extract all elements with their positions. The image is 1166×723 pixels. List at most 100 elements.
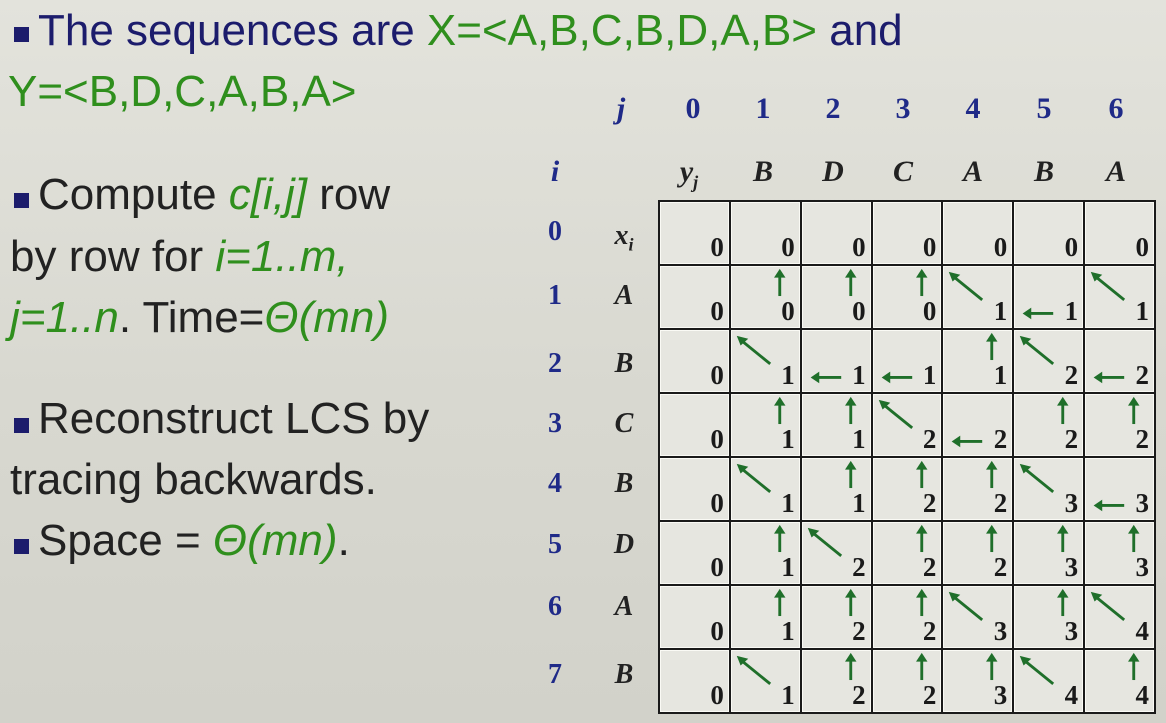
cell-value: 1 xyxy=(852,360,866,390)
time-text: . Time= xyxy=(118,293,265,342)
cell-value: 4 xyxy=(1135,616,1149,646)
y-value: C xyxy=(892,155,913,188)
bullet-icon xyxy=(14,27,29,42)
table-cell-1-2: 0 xyxy=(801,266,871,328)
table-cell-5-0: 0 xyxy=(660,522,729,584)
table-cell-1-1: 0 xyxy=(730,266,800,328)
y-value: B xyxy=(752,155,773,188)
cell-value: 0 xyxy=(710,616,724,646)
table-cell-1-4: 1 xyxy=(943,266,1013,328)
cell-value: 0 xyxy=(710,680,724,710)
table-cell-5-5: 3 xyxy=(1014,522,1084,584)
cell-value: 2 xyxy=(1064,424,1079,454)
y-value: A xyxy=(962,155,983,188)
i-range: i=1..m, xyxy=(215,232,349,281)
cell-value: 1 xyxy=(852,488,866,518)
cell-value: 4 xyxy=(1064,680,1079,710)
cell-value: 0 xyxy=(710,488,724,518)
bullet-1-line-1: The sequences are X=<A,B,C,B,D,A,B> and xyxy=(38,6,903,56)
table-cell-3-3: 2 xyxy=(872,394,942,456)
table-cell-7-6: 4 xyxy=(1085,650,1154,712)
sequence-y: Y=<B,D,C,A,B,A> xyxy=(8,67,357,116)
i-value-3: 3 xyxy=(548,408,562,439)
cell-value: 4 xyxy=(1135,680,1149,710)
bullet-icon xyxy=(14,418,29,433)
x-label: xi xyxy=(604,221,644,260)
j-range: j=1..n xyxy=(10,293,119,342)
cell-value: 0 xyxy=(852,296,866,326)
x-value: B xyxy=(614,468,634,499)
cell-value: 2 xyxy=(1135,360,1149,390)
bullet-4-line: Space = Θ(mn). xyxy=(38,516,350,566)
row-text: row xyxy=(307,170,391,219)
table-cell-3-6: 2 xyxy=(1085,394,1154,456)
cell-value: 2 xyxy=(993,488,1008,518)
cell-value: 1 xyxy=(993,296,1008,326)
by-row-text: by row for xyxy=(10,232,216,281)
bullet-2-line-3: j=1..n. Time=Θ(mn) xyxy=(10,293,389,343)
cell-value: 1 xyxy=(1135,296,1149,326)
table-cell-7-5: 4 xyxy=(1014,650,1084,712)
j-value-0: 0 xyxy=(685,92,701,125)
x-letter: x xyxy=(614,220,629,251)
cell-value: 2 xyxy=(993,552,1008,582)
i-value-6: 6 xyxy=(548,591,562,622)
cell-value: 0 xyxy=(1064,232,1079,262)
table-cell-2-3: 1 xyxy=(872,330,942,392)
table-cell-4-1: 1 xyxy=(730,458,800,520)
y-subscript: j xyxy=(693,172,699,192)
bullet-2-line-2: by row for i=1..m, xyxy=(10,232,349,282)
cell-value: 0 xyxy=(781,232,795,262)
lcs-table: 0 0 0 0 0 0 0 0 0 0 0 1 1 1 0 1 1 1 1 2 2 0 1 1 2 2 2 2 0 1 1 2 2 3 3 0 1 2 2 2… xyxy=(658,200,1156,714)
table-cell-2-0: 0 xyxy=(660,330,729,392)
cell-value: 2 xyxy=(852,616,866,646)
y-value: B xyxy=(1033,155,1054,188)
cell-value: 2 xyxy=(922,680,937,710)
x-value: B xyxy=(614,348,634,379)
table-cell-5-1: 1 xyxy=(730,522,800,584)
table-cell-7-0: 0 xyxy=(660,650,729,712)
cell-value: 2 xyxy=(922,424,937,454)
cell-value: 0 xyxy=(922,296,937,326)
table-cell-6-2: 2 xyxy=(801,586,871,648)
c-ij: c[i,j] xyxy=(228,170,307,219)
cell-value: 3 xyxy=(993,616,1008,646)
table-cell-5-2: 2 xyxy=(801,522,871,584)
table-cell-2-4: 1 xyxy=(943,330,1013,392)
cell-value: 2 xyxy=(1135,424,1149,454)
cell-value: 0 xyxy=(710,360,724,390)
y-value: D xyxy=(822,155,844,188)
cell-value: 1 xyxy=(922,360,937,390)
j-value-3: 3 xyxy=(895,92,911,125)
cell-value: 1 xyxy=(781,360,795,390)
table-cell-0-3: 0 xyxy=(872,202,942,264)
table-cell-7-3: 2 xyxy=(872,650,942,712)
bullet-3-line-1: Reconstruct LCS by xyxy=(38,394,430,443)
x-value: A xyxy=(614,591,634,622)
table-cell-4-0: 0 xyxy=(660,458,729,520)
space-text: Space = xyxy=(38,516,213,565)
cell-value: 2 xyxy=(922,616,937,646)
table-cell-2-1: 1 xyxy=(730,330,800,392)
cell-value: 3 xyxy=(1064,616,1079,646)
table-cell-7-1: 1 xyxy=(730,650,800,712)
table-cell-1-5: 1 xyxy=(1014,266,1084,328)
cell-value: 1 xyxy=(781,424,795,454)
cell-value: 0 xyxy=(781,296,795,326)
cell-value: 0 xyxy=(1135,232,1149,262)
cell-value: 0 xyxy=(852,232,866,262)
cell-value: 3 xyxy=(993,680,1008,710)
cell-value: 2 xyxy=(852,552,866,582)
table-cell-4-2: 1 xyxy=(801,458,871,520)
table-cell-1-6: 1 xyxy=(1085,266,1154,328)
cell-value: 1 xyxy=(781,680,795,710)
i-value-7: 7 xyxy=(548,659,562,690)
table-cell-4-5: 3 xyxy=(1014,458,1084,520)
cell-value: 0 xyxy=(710,552,724,582)
cell-value: 0 xyxy=(993,232,1008,262)
table-cell-0-0: 0 xyxy=(660,202,729,264)
cell-value: 0 xyxy=(710,232,724,262)
x-subscript: i xyxy=(628,234,634,255)
j-label: j xyxy=(616,92,626,125)
cell-value: 2 xyxy=(922,488,937,518)
